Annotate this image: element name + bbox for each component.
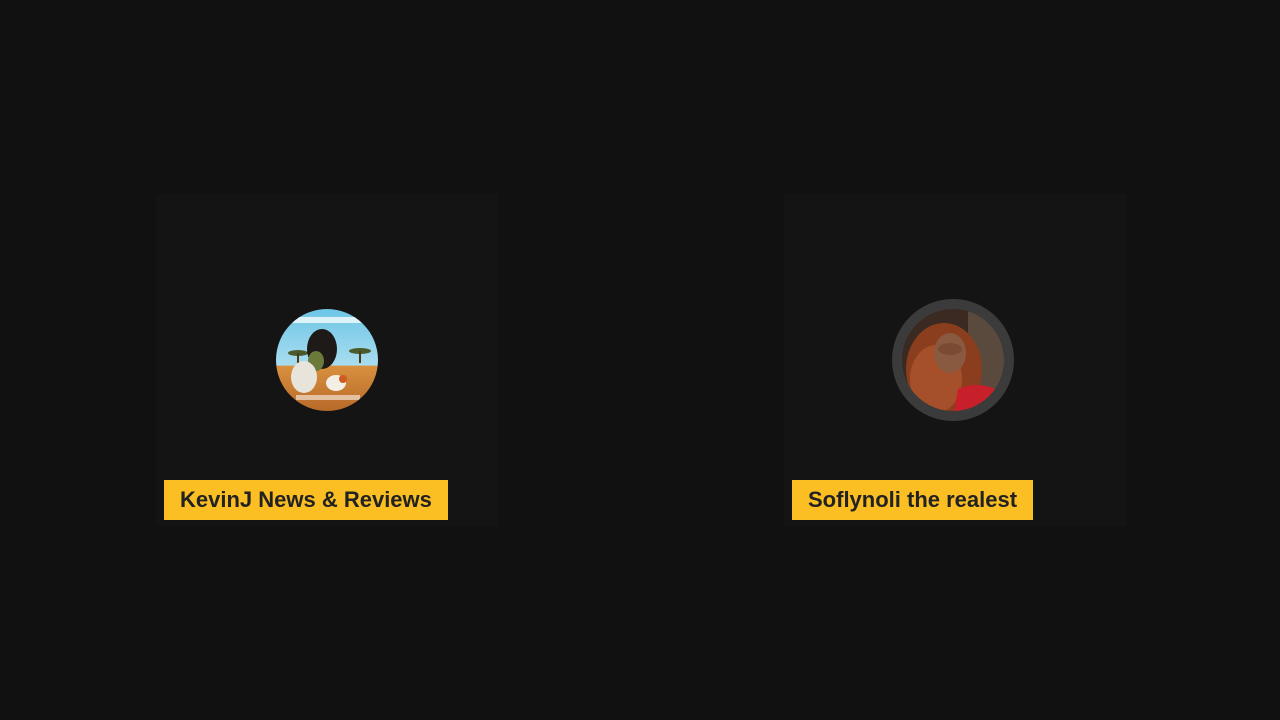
participant-tile-kevinj[interactable]: KevinJ News & Reviews	[156, 194, 498, 526]
lion-savanna-avatar-icon	[276, 309, 378, 411]
video-call-stage: KevinJ News & Reviews Soflynoli the real…	[0, 0, 1280, 720]
participant-name-tag: Soflynoli the realest	[792, 480, 1034, 520]
avatar-frame	[276, 309, 378, 411]
participant-name-tag: KevinJ News & Reviews	[164, 480, 448, 520]
active-speaker-ring	[892, 299, 1014, 421]
participant-tile-soflynoli[interactable]: Soflynoli the realest	[784, 194, 1126, 526]
woman-portrait-avatar-icon	[902, 309, 1004, 411]
